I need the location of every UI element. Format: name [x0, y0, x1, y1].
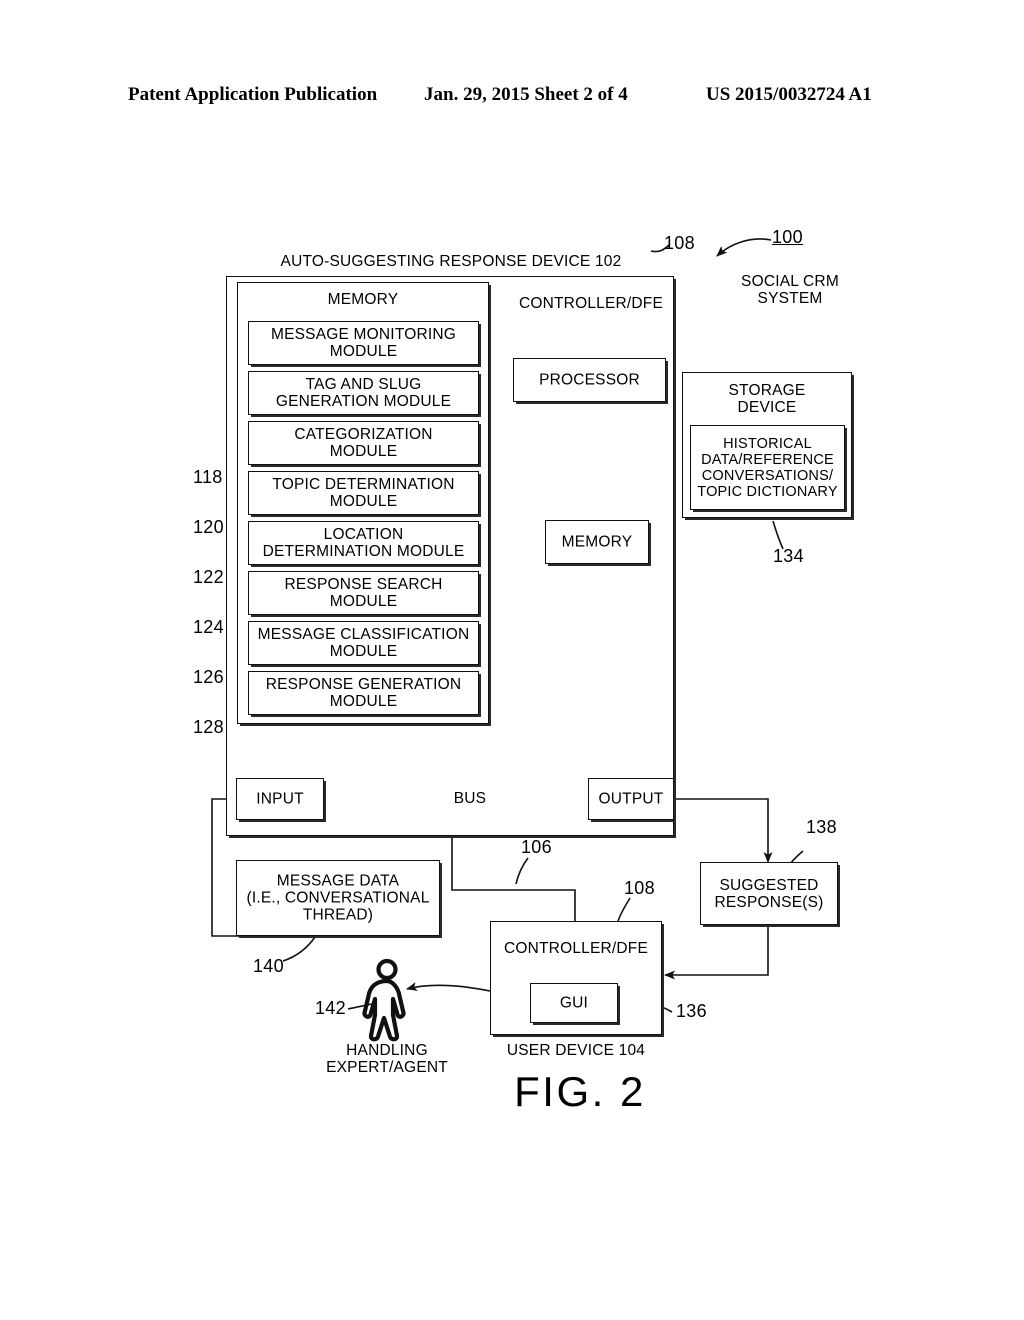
module-label: RESPONSE SEARCH MODULE [284, 576, 443, 610]
ref-108-user-device: 108 [624, 878, 655, 898]
suggested-responses-label: SUGGESTED RESPONSE(S) [714, 876, 824, 911]
ref-142-agent: 142 [315, 998, 346, 1018]
social-crm-system-label: SOCIAL CRM SYSTEM [741, 273, 839, 307]
ref-118: 118 [193, 467, 223, 487]
output-label: OUTPUT [598, 790, 664, 808]
controller-memory-box: MEMORY [545, 520, 649, 564]
processor-label: PROCESSOR [539, 371, 640, 389]
ref-120: 120 [193, 517, 224, 537]
device-title: AUTO-SUGGESTING RESPONSE DEVICE 102 [280, 253, 622, 270]
module-label: MESSAGE CLASSIFICATION MODULE [257, 626, 470, 660]
historical-data-label: HISTORICAL DATA/REFERENCE CONVERSATIONS/… [697, 435, 838, 500]
ref-122: 122 [193, 567, 224, 587]
module-topic-determination: TOPIC DETERMINATION MODULE [248, 471, 479, 515]
controller-dfe-title: CONTROLLER/DFE [518, 295, 664, 312]
ref-134-storage: 134 [773, 546, 804, 566]
gui-box: GUI [530, 983, 618, 1023]
input-box: INPUT [236, 778, 324, 820]
user-device-controller-label: CONTROLLER/DFE [503, 940, 649, 957]
ref-108-device: 108 [664, 233, 695, 253]
ref-140-message-data: 140 [253, 956, 284, 976]
bus-label: BUS [453, 790, 487, 807]
ref-136-gui: 136 [676, 1001, 707, 1021]
module-label: RESPONSE GENERATION MODULE [265, 676, 462, 710]
module-message-classification: MESSAGE CLASSIFICATION MODULE [248, 621, 479, 665]
module-label: CATEGORIZATION MODULE [294, 426, 433, 460]
storage-device-title: STORAGE DEVICE [728, 382, 806, 416]
module-label: MESSAGE MONITORING MODULE [270, 326, 457, 360]
module-location-determination: LOCATION DETERMINATION MODULE [248, 521, 479, 565]
figure-caption: FIG. 2 [514, 1068, 646, 1115]
message-data-box: MESSAGE DATA (I.E., CONVERSATIONAL THREA… [236, 860, 440, 936]
processor-box: PROCESSOR [513, 358, 666, 402]
ref-138-suggested: 138 [806, 817, 837, 837]
ref-106: 106 [521, 837, 552, 857]
module-label: TAG AND SLUG GENERATION MODULE [275, 376, 452, 410]
handling-agent-icon [362, 958, 406, 1042]
module-message-monitoring: MESSAGE MONITORING MODULE [248, 321, 479, 365]
historical-data-box: HISTORICAL DATA/REFERENCE CONVERSATIONS/… [690, 425, 845, 510]
user-device-caption: USER DEVICE 104 [506, 1042, 646, 1059]
output-box: OUTPUT [588, 778, 674, 820]
module-response-generation: RESPONSE GENERATION MODULE [248, 671, 479, 715]
module-label: TOPIC DETERMINATION MODULE [272, 476, 455, 510]
ref-126: 126 [193, 667, 224, 687]
input-label: INPUT [256, 790, 304, 808]
module-tag-and-slug-generation: TAG AND SLUG GENERATION MODULE [248, 371, 479, 415]
suggested-responses-box: SUGGESTED RESPONSE(S) [700, 862, 838, 925]
controller-memory-label: MEMORY [561, 533, 633, 551]
ref-128: 128 [193, 717, 224, 737]
patent-figure-2: 108 100 112 114 116 110 122 132 130 132 … [0, 0, 1024, 1320]
gui-label: GUI [559, 994, 589, 1012]
module-categorization: CATEGORIZATION MODULE [248, 421, 479, 465]
module-response-search: RESPONSE SEARCH MODULE [248, 571, 479, 615]
ref-124: 124 [193, 617, 224, 637]
memory-block-title: MEMORY [327, 291, 399, 308]
module-label: LOCATION DETERMINATION MODULE [262, 526, 465, 560]
message-data-label: MESSAGE DATA (I.E., CONVERSATIONAL THREA… [246, 872, 430, 924]
ref-100-system: 100 [772, 227, 803, 247]
